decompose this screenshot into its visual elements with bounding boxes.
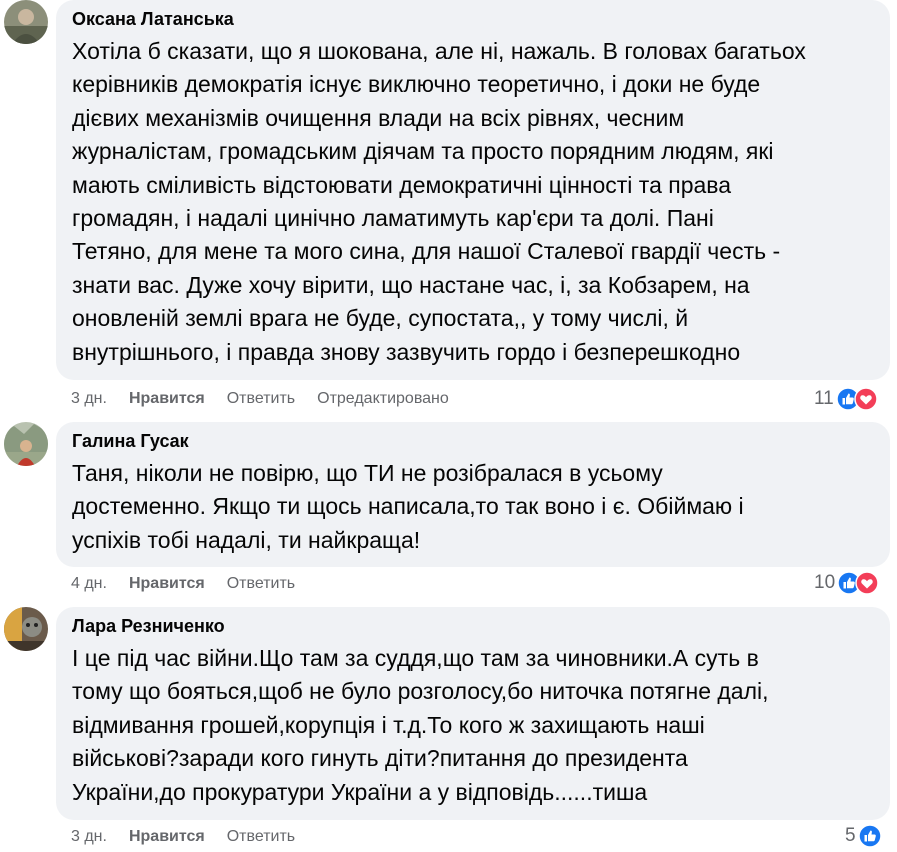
comment-bubble: Галина Гусак Таня, ніколи не повірю, що … — [56, 422, 890, 567]
comment-bubble: Оксана Латанська Хотіла б сказати, що я … — [56, 0, 890, 380]
reply-button[interactable]: Ответить — [227, 390, 295, 408]
love-icon — [853, 387, 878, 411]
comment-bubble: Лара Резниченко І це під час війни.Що та… — [56, 607, 890, 820]
avatar-photo — [4, 422, 48, 466]
reaction-summary[interactable]: 11 — [814, 385, 878, 413]
comment-line: достеменно. Якщо ти щось написала,то так… — [72, 493, 744, 520]
comment-actions: 3 дн. Нравится Ответить Отредактировано — [71, 388, 449, 410]
like-button[interactable]: Нравится — [129, 390, 205, 408]
comment-text: Таня, ніколи не повірю, що ТИ не розібра… — [72, 457, 874, 557]
like-button[interactable]: Нравится — [129, 575, 205, 593]
edited-label: Отредактировано — [317, 390, 449, 407]
timestamp[interactable]: 3 дн. — [71, 828, 107, 846]
comment-line: керівників демократія існує виключно тео… — [72, 71, 761, 98]
comment-line: успіхів тобі надалі, ти найкраща! — [72, 526, 421, 553]
comment-line: військові?заради кого гинуть діти?питанн… — [72, 745, 688, 772]
comment-line: знати вас. Дуже хочу вірити, що настане … — [72, 271, 750, 298]
comment-text: Хотіла б сказати, що я шокована, але ні,… — [72, 35, 874, 369]
comment-line: дієвих механізмів очищення влади на всіх… — [72, 104, 685, 131]
author-name[interactable]: Оксана Латанська — [72, 7, 874, 31]
timestamp[interactable]: 3 дн. — [71, 390, 107, 408]
comment-text: І це під час війни.Що там за суддя,що та… — [72, 642, 874, 809]
comment-actions: 3 дн. Нравится Ответить — [71, 826, 295, 848]
reaction-count: 5 — [845, 825, 856, 846]
reply-button[interactable]: Ответить — [227, 828, 295, 846]
reaction-summary[interactable]: 10 — [814, 569, 879, 597]
love-icon — [855, 571, 879, 595]
comment-line: Тетяно, для мене та мого сина, для нашої… — [72, 238, 781, 265]
like-icon — [857, 824, 882, 848]
avatar-photo — [4, 607, 48, 651]
comment-line: тому що бояться,щоб не було розголосу,бо… — [72, 678, 769, 705]
avatar[interactable] — [4, 0, 48, 44]
reaction-count: 11 — [814, 388, 834, 409]
comment-line: внутрішнього, і правда знову зазвучить г… — [72, 338, 741, 365]
author-name[interactable]: Лара Резниченко — [72, 614, 874, 638]
author-name[interactable]: Галина Гусак — [72, 429, 874, 453]
avatar-photo — [4, 0, 48, 44]
timestamp[interactable]: 4 дн. — [71, 575, 107, 593]
comment-line: Таня, ніколи не повірю, що ТИ не розібра… — [72, 460, 663, 486]
reaction-summary[interactable]: 5 — [845, 822, 882, 850]
comment-line: України,до прокуратури України а у відпо… — [72, 778, 648, 805]
comment-line: І це під час війни.Що там за суддя,що та… — [72, 645, 759, 671]
like-button[interactable]: Нравится — [129, 828, 205, 846]
comment-line: відмивання грошей,корупція і т.д.То кого… — [72, 711, 705, 738]
reaction-count: 10 — [814, 572, 836, 593]
comment-line: Хотіла б сказати, що я шокована, але ні,… — [72, 38, 806, 64]
avatar[interactable] — [4, 607, 48, 651]
comment-line: оновленій землі врага не буде, супостата… — [72, 305, 689, 332]
comment-line: громадян, і надалі цинічно ламатимуть ка… — [72, 205, 714, 232]
reply-button[interactable]: Ответить — [227, 575, 295, 593]
comment-line: мають сміливість відстоювати демократичн… — [72, 171, 732, 198]
comment-line: журналістам, громадським діячам та прост… — [72, 138, 774, 165]
comment-actions: 4 дн. Нравится Ответить — [71, 573, 295, 595]
avatar[interactable] — [4, 422, 48, 466]
